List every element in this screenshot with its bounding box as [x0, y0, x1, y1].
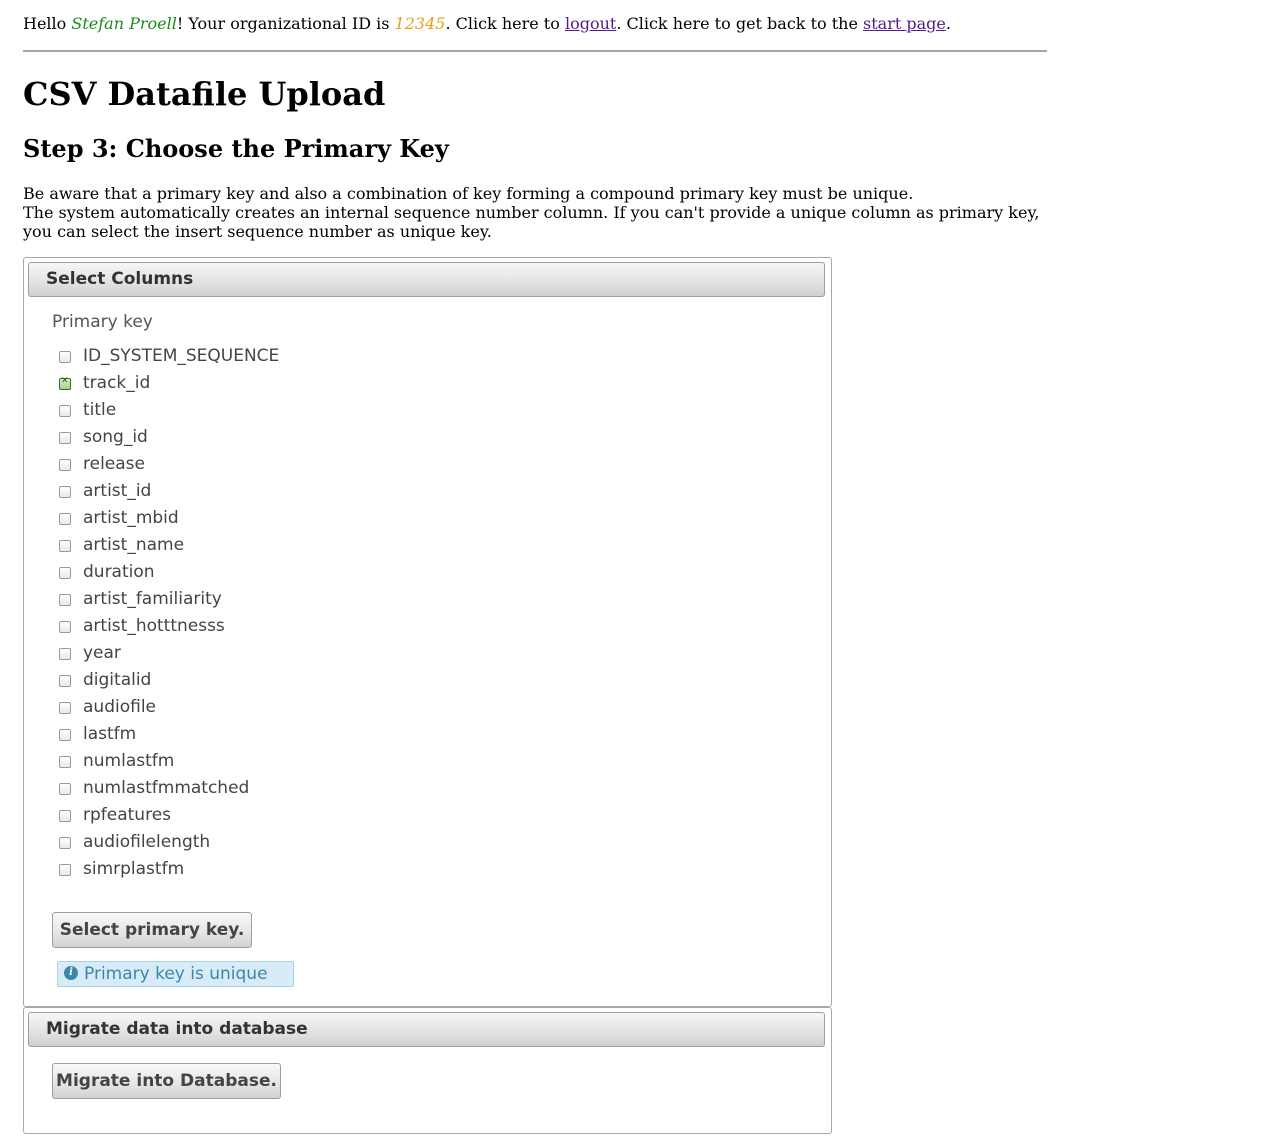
select-columns-panel: Select Columns Primary key ID_SYSTEM_SEQ… [23, 257, 832, 1007]
column-name[interactable]: artist_mbid [83, 508, 179, 528]
column-name[interactable]: track_id [83, 373, 150, 393]
column-name[interactable]: simrplastfm [83, 859, 184, 879]
column-checkbox[interactable] [59, 376, 71, 390]
logout-prefix: . Click here to [445, 14, 565, 33]
logout-link[interactable]: logout [565, 14, 616, 33]
divider [23, 50, 1047, 52]
column-name[interactable]: song_id [83, 427, 148, 447]
start-prefix: . Click here to get back to the [616, 14, 864, 33]
column-name[interactable]: ID_SYSTEM_SEQUENCE [83, 346, 279, 366]
column-checkbox[interactable] [59, 459, 71, 471]
column-checkbox[interactable] [59, 837, 71, 849]
column-name[interactable]: artist_id [83, 481, 151, 501]
migrate-into-database-button[interactable]: Migrate into Database. [52, 1063, 281, 1099]
intro-line-3: you can select the insert sequence numbe… [23, 222, 492, 241]
primary-key-label: Primary key [52, 312, 153, 332]
column-checkbox[interactable] [59, 540, 71, 552]
column-name[interactable]: duration [83, 562, 155, 582]
select-columns-header: Select Columns [28, 262, 825, 297]
info-message-text: Primary key is unique [84, 964, 268, 984]
migrate-panel-header: Migrate data into database [28, 1012, 825, 1047]
column-name[interactable]: artist_familiarity [83, 589, 222, 609]
info-icon: i [64, 966, 78, 980]
start-page-link[interactable]: start page [863, 14, 946, 33]
select-primary-key-button[interactable]: Select primary key. [52, 912, 252, 948]
column-checkbox[interactable] [59, 513, 71, 525]
greeting-hello: Hello [23, 14, 72, 33]
migrate-panel: Migrate data into database Migrate into … [23, 1007, 832, 1134]
primary-key-unique-message: i Primary key is unique [57, 961, 294, 987]
column-name[interactable]: audiofile [83, 697, 156, 717]
column-checkbox[interactable] [59, 621, 71, 633]
column-name[interactable]: artist_name [83, 535, 184, 555]
greeting-end: . [945, 14, 951, 33]
intro-line-2: The system automatically creates an inte… [23, 203, 1040, 222]
column-checkbox[interactable] [59, 702, 71, 714]
column-checkbox[interactable] [59, 351, 71, 363]
column-checkbox[interactable] [59, 783, 71, 795]
column-checkbox[interactable] [59, 810, 71, 822]
column-name[interactable]: release [83, 454, 145, 474]
user-name: Stefan Proell [71, 14, 177, 33]
greeting-bar: Hello Stefan Proell! Your organizational… [23, 14, 951, 33]
column-name[interactable]: audiofilelength [83, 832, 210, 852]
column-name[interactable]: title [83, 400, 116, 420]
column-checkbox[interactable] [59, 567, 71, 579]
intro-line-1: Be aware that a primary key and also a c… [23, 184, 914, 203]
column-checkbox[interactable] [59, 648, 71, 660]
column-name[interactable]: numlastfm [83, 751, 174, 771]
page-title: CSV Datafile Upload [23, 75, 386, 113]
column-checkbox[interactable] [59, 486, 71, 498]
column-checkbox[interactable] [59, 675, 71, 687]
column-name[interactable]: numlastfmmatched [83, 778, 249, 798]
intro-text: Be aware that a primary key and also a c… [23, 184, 1047, 241]
org-text: ! Your organizational ID is [176, 14, 395, 33]
column-checkbox[interactable] [59, 756, 71, 768]
step-title: Step 3: Choose the Primary Key [23, 134, 449, 163]
column-name[interactable]: digitalid [83, 670, 151, 690]
column-checkbox[interactable] [59, 594, 71, 606]
column-name[interactable]: rpfeatures [83, 805, 171, 825]
column-checkbox[interactable] [59, 432, 71, 444]
column-checkbox[interactable] [59, 864, 71, 876]
column-name[interactable]: artist_hotttnesss [83, 616, 225, 636]
column-name[interactable]: lastfm [83, 724, 136, 744]
column-name[interactable]: year [83, 643, 121, 663]
org-id: 12345 [394, 14, 446, 33]
column-checkbox[interactable] [59, 405, 71, 417]
column-checkbox[interactable] [59, 729, 71, 741]
